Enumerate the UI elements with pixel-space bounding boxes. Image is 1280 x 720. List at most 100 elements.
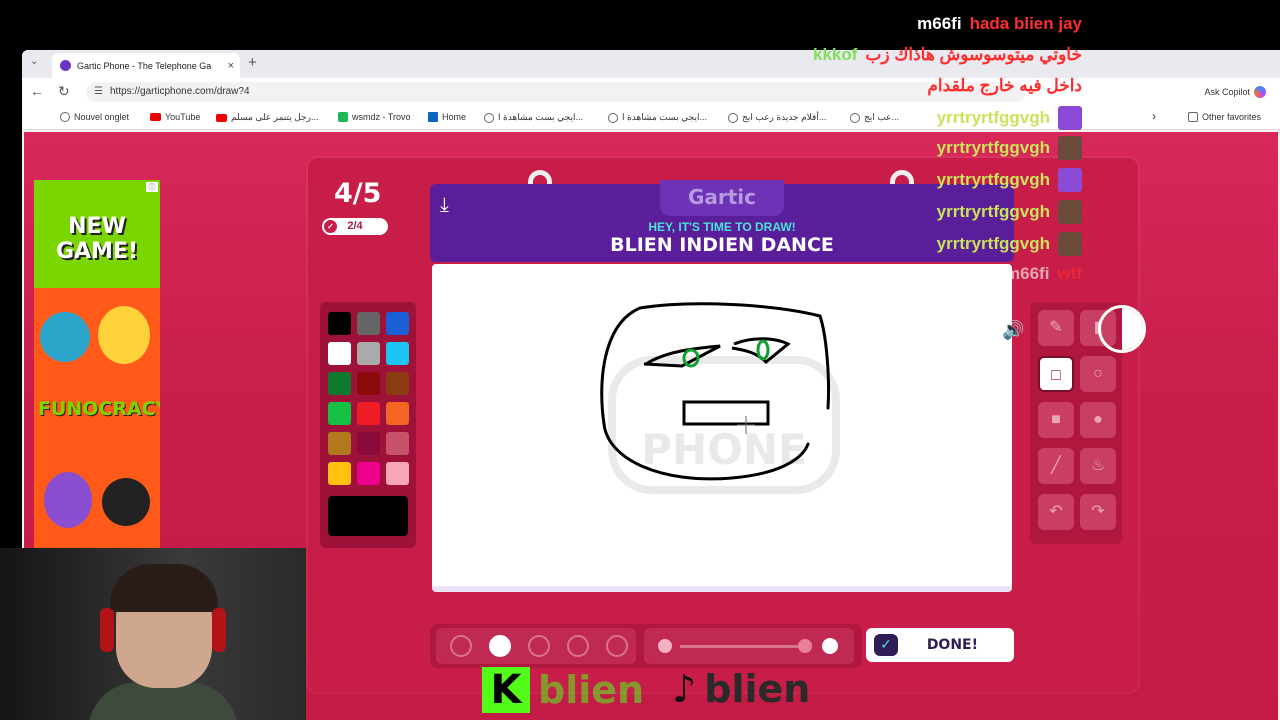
contrast-toggle-icon[interactable] [1098, 305, 1146, 353]
face-emote-icon [1058, 200, 1082, 224]
bookmark-label: Home [442, 112, 467, 122]
tab-gartic-phone[interactable]: Gartic Phone - The Telephone Ga × [52, 53, 240, 78]
slider-min-icon [658, 639, 672, 653]
chat-user: m66fi [917, 14, 962, 33]
chat-user: yrrtryrtfggvgh [936, 170, 1050, 189]
blonde-character-icon [98, 306, 150, 364]
ellipse-outline-icon[interactable]: ○ [1080, 356, 1116, 392]
bookmark-youtube[interactable]: YouTube [150, 112, 200, 122]
rectangle-outline-icon[interactable]: □ [1038, 356, 1074, 392]
brush-controls [430, 624, 862, 668]
bookmark-label: wsmdz - Trovo [352, 112, 411, 122]
youtube-icon [216, 113, 227, 122]
undo-icon[interactable]: ↶ [1038, 494, 1074, 530]
refresh-icon[interactable]: ↻ [58, 83, 70, 100]
brush-size-2[interactable] [489, 635, 511, 657]
volume-icon[interactable]: 🔊 [1002, 320, 1024, 341]
chat-user: kkkof [812, 45, 858, 64]
prompt-subtitle: HEY, IT'S TIME TO DRAW! [648, 220, 796, 234]
dancing-emote-icon [1058, 106, 1082, 130]
chat-user: yrrtryrtfggvgh [936, 234, 1050, 253]
bookmark-egybest-1[interactable]: ايجي بست مشاهدة ا... [484, 112, 583, 123]
color-swatch[interactable] [328, 312, 351, 335]
gartic-logo: Gartic [660, 180, 784, 216]
brush-size-1[interactable] [450, 635, 472, 657]
color-swatch[interactable] [357, 432, 380, 455]
gartic-favicon-icon [60, 60, 71, 71]
dancing-emote-icon [1058, 168, 1082, 192]
done-button[interactable]: ✓ DONE! [866, 628, 1014, 662]
color-swatch[interactable] [386, 342, 409, 365]
chat-line: yrrtryrtfggvgh [937, 168, 1082, 192]
color-swatch[interactable] [328, 402, 351, 425]
ad-choices-icon[interactable]: ⓘ [146, 182, 158, 192]
close-tab-icon[interactable]: × [228, 60, 234, 72]
brush-size-3[interactable] [528, 635, 550, 657]
bookmarks-overflow-icon[interactable]: › [1152, 109, 1156, 123]
kick-username: blien [538, 668, 645, 712]
bookmark-horror-2[interactable]: عب ايج... [850, 112, 899, 123]
color-swatch[interactable] [386, 312, 409, 335]
bookmark-new-tab[interactable]: Nouvel onglet [60, 112, 129, 122]
download-icon[interactable]: ⤓ [440, 194, 449, 217]
globe-icon [60, 112, 70, 122]
bookmark-other-favorites[interactable]: Other favorites [1188, 112, 1261, 122]
color-swatch[interactable] [328, 432, 351, 455]
ad-banner[interactable]: ⓘ NEW GAME! FUNOCRACY [34, 180, 160, 548]
players-done-count: 2/4 [347, 220, 363, 232]
pencil-icon[interactable]: ✎ [1038, 310, 1074, 346]
color-swatch[interactable] [357, 342, 380, 365]
color-swatch[interactable] [386, 372, 409, 395]
back-icon[interactable]: ← [30, 83, 44, 99]
thumbs-up-character-icon [40, 312, 90, 362]
line-icon[interactable]: ╱ [1038, 448, 1074, 484]
bookmarks-bar: Nouvel onglet YouTube رجل يتنمر على مسلم… [22, 106, 1280, 130]
chat-line: داخل فيه خارج ملقدام [927, 76, 1082, 96]
chat-user: yrrtryrtfggvgh [936, 108, 1050, 127]
redo-icon[interactable]: ↷ [1080, 494, 1116, 530]
brush-size-5[interactable] [606, 635, 628, 657]
drawing-canvas[interactable]: PHONE [432, 264, 1012, 592]
site-info-icon[interactable]: ☰ [94, 82, 103, 102]
bookmark-video[interactable]: رجل يتنمر على مسلم... [216, 112, 319, 123]
bookmark-trovo[interactable]: wsmdz - Trovo [338, 112, 411, 122]
color-swatch[interactable] [386, 402, 409, 425]
color-swatch[interactable] [328, 342, 351, 365]
slider-thumb[interactable] [798, 639, 812, 653]
opacity-slider[interactable] [644, 628, 854, 664]
ellipse-filled-icon[interactable]: ● [1080, 402, 1116, 438]
color-swatch[interactable] [357, 372, 380, 395]
rectangle-filled-icon[interactable]: ■ [1038, 402, 1074, 438]
color-swatch[interactable] [328, 462, 351, 485]
bookmark-label: عب ايج... [864, 112, 900, 122]
color-swatch[interactable] [357, 402, 380, 425]
bookmark-label: YouTube [165, 112, 201, 122]
slider-max-icon [822, 638, 838, 654]
color-swatch[interactable] [386, 432, 409, 455]
headphones-icon [100, 608, 114, 652]
ask-copilot-button[interactable]: Ask Copilot [1204, 86, 1266, 98]
color-swatch[interactable] [357, 462, 380, 485]
chat-text: داخل فيه خارج ملقدام [927, 76, 1082, 95]
bookmark-egybest-2[interactable]: ايجي بست مشاهدة ا... [608, 112, 707, 123]
globe-icon [850, 112, 860, 123]
brush-size-4[interactable] [567, 635, 589, 657]
bucket-icon[interactable]: ♨ [1080, 448, 1116, 484]
bookmark-horror-films[interactable]: أفلام جديدة رعب ايج... [728, 112, 826, 123]
chat-text: wtf [1057, 264, 1082, 283]
bookmark-label: رجل يتنمر على مسلم... [231, 112, 319, 122]
slider-track [680, 645, 810, 648]
chat-line: yrrtryrtfggvgh [937, 136, 1082, 160]
tiktok-username: blien [704, 667, 811, 711]
new-tab-icon[interactable]: + [248, 54, 257, 71]
bearded-character-icon [44, 472, 92, 528]
color-swatch[interactable] [357, 312, 380, 335]
color-swatch[interactable] [328, 372, 351, 395]
ad-headline: NEW GAME! [55, 214, 139, 264]
url-field[interactable]: ☰ https://garticphone.com/draw?4 [86, 82, 1026, 102]
tab-menu-icon[interactable]: ⌄ [30, 56, 38, 67]
check-icon: ✓ [874, 634, 898, 656]
color-swatch[interactable] [386, 462, 409, 485]
bookmark-linkedin-home[interactable]: Home [428, 112, 466, 122]
ad-brand: FUNOCRACY [38, 398, 160, 420]
